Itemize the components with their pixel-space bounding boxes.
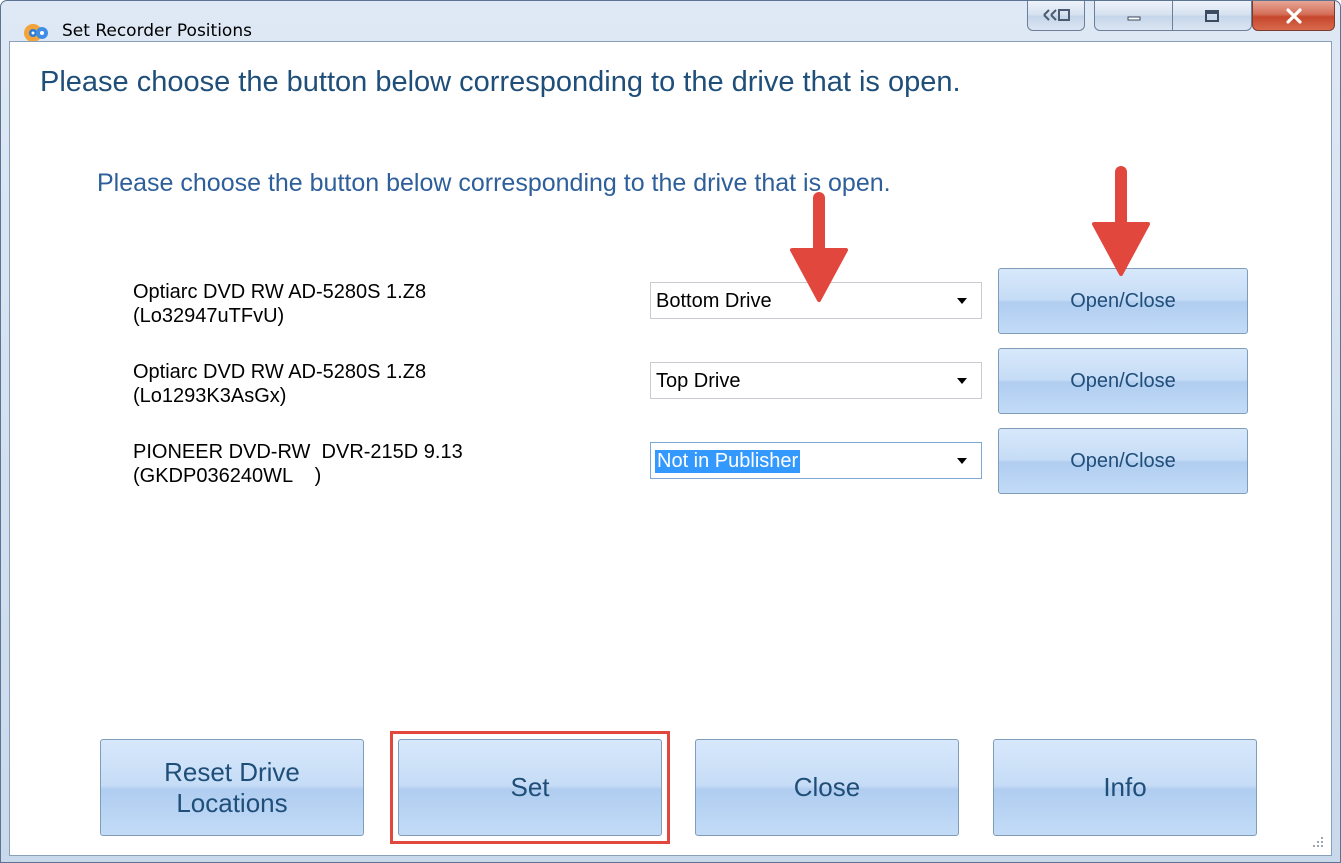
drive-serial: (Lo32947uTFvU)	[133, 305, 285, 327]
window-title: Set Recorder Positions	[62, 21, 252, 41]
drive-name: Optiarc DVD RW AD-5280S 1.Z8	[133, 361, 427, 383]
close-button[interactable]: Close	[695, 739, 959, 836]
close-window-button[interactable]	[1252, 1, 1335, 31]
reset-label: Reset Drive Locations	[164, 757, 300, 819]
snap-icon	[1043, 9, 1070, 21]
drive-position-value: Not in Publisher	[655, 450, 801, 473]
app-disc-icon	[24, 24, 48, 42]
drive-position-value: Bottom Drive	[656, 290, 772, 312]
minimize-icon	[1127, 16, 1140, 20]
drive-label-2: Optiarc DVD RW AD-5280S 1.Z8 (Lo1293K3AsG…	[133, 360, 426, 408]
reset-label-line-1: Reset Drive	[164, 756, 300, 787]
drive-label-3: PIONEER DVD-RW DVR-215D 9.13 (GKDP036240W…	[133, 440, 463, 488]
drive-position-value: Top Drive	[656, 370, 741, 392]
set-button-highlight	[390, 731, 670, 844]
resize-grip-icon[interactable]	[1311, 835, 1325, 849]
chevron-down-icon[interactable]	[957, 458, 967, 464]
maximize-button[interactable]	[1173, 1, 1251, 30]
title-bar[interactable]: Set Recorder Positions	[1, 1, 1340, 42]
caption-button-group	[1094, 1, 1252, 31]
drive-name: PIONEER DVD-RW DVR-215D 9.13	[133, 441, 463, 463]
drive-serial: (GKDP036240WL )	[133, 465, 322, 487]
info-button[interactable]: Info	[993, 739, 1257, 836]
drive-name: Optiarc DVD RW AD-5280S 1.Z8	[133, 281, 427, 303]
snap-button[interactable]	[1027, 1, 1085, 31]
annotation-arrow-down-icon	[1092, 166, 1150, 276]
annotation-arrow-down-icon	[790, 192, 848, 302]
reset-drive-locations-button[interactable]: Reset Drive Locations	[100, 739, 364, 836]
drive-position-select-3[interactable]: Not in Publisher	[650, 442, 982, 479]
open-close-button-2[interactable]: Open/Close	[998, 348, 1248, 414]
close-icon	[1285, 7, 1302, 24]
drive-serial: (Lo1293K3AsGx)	[133, 385, 287, 407]
drive-label-1: Optiarc DVD RW AD-5280S 1.Z8 (Lo32947uTFv…	[133, 280, 426, 328]
drive-position-select-2[interactable]: Top Drive	[650, 362, 982, 399]
dialog-content: Please choose the button below correspon…	[9, 41, 1332, 856]
dialog-window: Set Recorder Positions Please choose the…	[0, 0, 1341, 863]
chevron-down-icon[interactable]	[957, 378, 967, 384]
instruction-text: Please choose the button below correspon…	[97, 169, 891, 197]
maximize-icon	[1205, 9, 1219, 22]
open-close-button-3[interactable]: Open/Close	[998, 428, 1248, 494]
minimize-button[interactable]	[1095, 1, 1173, 30]
chevron-down-icon[interactable]	[957, 298, 967, 304]
page-title: Please choose the button below correspon…	[40, 66, 961, 98]
reset-label-line-2: Locations	[176, 787, 288, 818]
